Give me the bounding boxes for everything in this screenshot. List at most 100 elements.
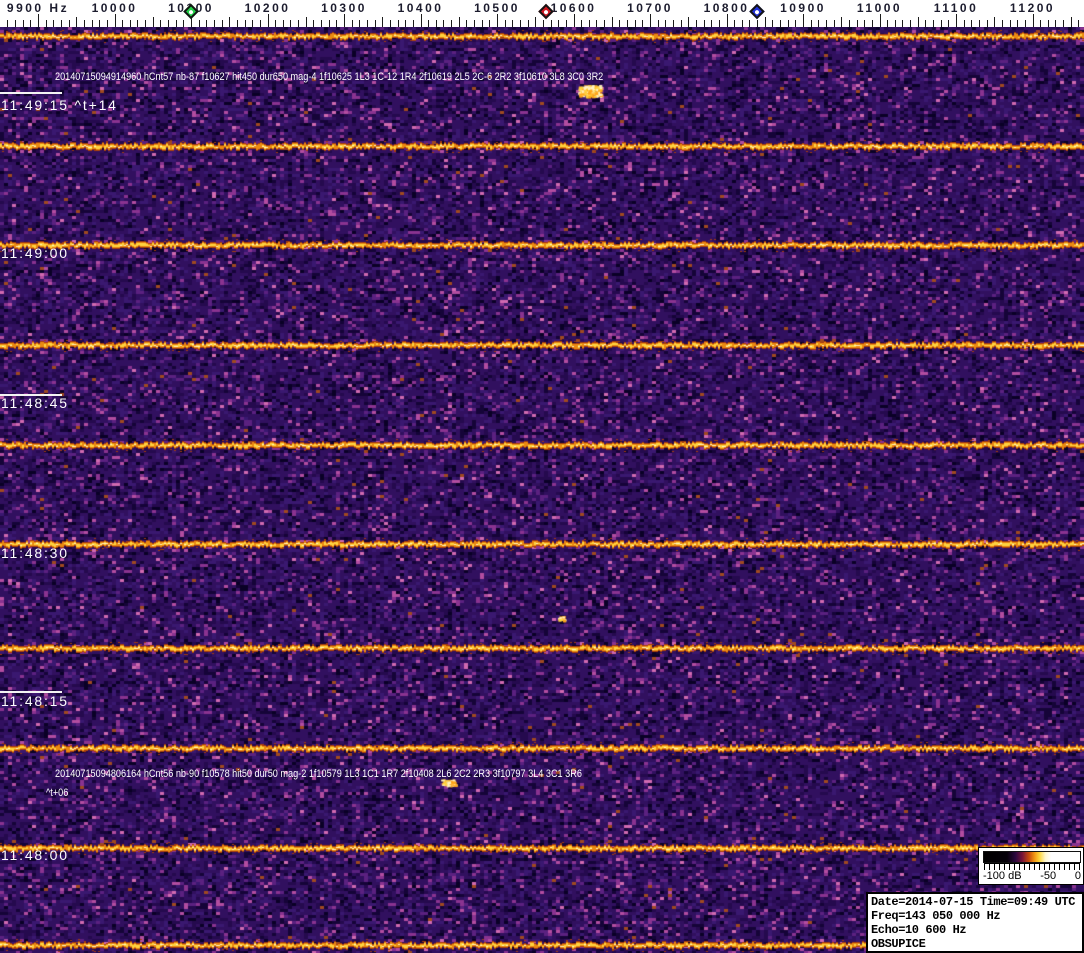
ruler-frequency-label: 10900 [780,1,826,15]
ruler-tick [574,14,575,27]
colorbar-label-mid: -50 [1040,870,1057,882]
ruler-tick [627,20,628,27]
detection-annotation: 20140715094806164 hCnt56 nb-90 f10578 hi… [55,768,582,780]
ruler-tick [15,20,16,27]
ruler-tick [780,20,781,27]
ruler-tick [160,20,161,27]
ruler-tick [612,17,613,27]
ruler-tick [895,20,896,27]
ruler-tick [451,20,452,27]
ruler-tick [834,20,835,27]
ruler-tick [30,20,31,27]
ruler-tick [925,20,926,27]
ruler-tick [948,20,949,27]
ruler-tick [788,20,789,27]
ruler-tick [474,20,475,27]
time-label: 11:49:15 ^t+14 [1,97,118,113]
ruler-tick [811,20,812,27]
ruler-frequency-label: 10600 [550,1,597,15]
ruler-tick [964,20,965,27]
ruler-tick [619,20,620,27]
ruler-tick [681,20,682,27]
ruler-frequency-label: 9900 Hz [6,1,70,15]
ruler-tick [535,17,536,27]
ruler-tick [971,20,972,27]
ruler-tick [872,20,873,27]
ruler-tick [53,20,54,27]
ruler-tick [352,20,353,27]
ruler-tick [818,20,819,27]
ruler-tick [137,20,138,27]
ruler-tick [711,20,712,27]
ruler-tick [910,20,911,27]
ruler-tick [459,17,460,27]
ruler-tick [543,20,544,27]
colorbar-label-min: -100 dB [983,870,1022,882]
ruler-tick [153,17,154,27]
ruler-tick [298,20,299,27]
ruler-tick [23,20,24,27]
ruler-tick [841,17,842,27]
ruler-tick [1071,17,1072,27]
ruler-tick [375,20,376,27]
ruler-tick [589,20,590,27]
ruler-tick [382,17,383,27]
ruler-tick [757,20,758,27]
waterfall-overlay: 11:49:15 ^t+14 11:49:00 11:48:45 11:48:30 11… [0,0,1084,953]
ruler-tick [857,20,858,27]
ruler-tick [413,20,414,27]
ruler-tick [390,20,391,27]
ruler-tick [604,20,605,27]
detection-annotation: 20140715094914960 hCnt57 nb-87 f10627 hi… [55,71,604,83]
ruler-tick [551,20,552,27]
ruler-tick [275,20,276,27]
colorbar-gradient [983,851,1081,863]
ruler-tick [933,20,934,27]
time-tick [0,92,62,94]
ruler-tick [237,20,238,27]
ruler-tick [880,14,881,27]
ruler-tick [76,17,77,27]
ruler-tick [803,14,804,27]
marker-diamond-blue[interactable] [749,3,765,20]
ruler-tick [826,20,827,27]
ruler-tick [727,14,728,27]
ruler-tick [260,20,261,27]
ruler-tick [436,20,437,27]
ruler-tick [566,20,567,27]
ruler-tick [673,20,674,27]
ruler-tick [268,14,269,27]
ruler-tick [214,20,215,27]
ruler-tick [864,20,865,27]
ruler-tick [742,20,743,27]
ruler-tick [145,20,146,27]
ruler-tick [482,20,483,27]
ruler-frequency-label: 10500 [474,1,520,15]
ruler-tick [306,17,307,27]
ruler-tick [46,20,47,27]
ruler-tick [1017,20,1018,27]
ruler-tick [99,20,100,27]
ruler-tick [505,20,506,27]
ruler-tick [512,20,513,27]
ruler-tick [887,20,888,27]
ruler-tick [428,20,429,27]
ruler-tick [987,20,988,27]
ruler-tick [7,20,8,27]
ruler-tick [321,20,322,27]
ruler-tick [765,17,766,27]
ruler-tick [367,20,368,27]
ruler-tick [696,20,697,27]
ruler-tick [772,20,773,27]
ruler-tick [704,20,705,27]
info-echo-frequency: Echo=10 600 Hz [871,923,967,937]
ruler-tick [665,20,666,27]
ruler-tick [734,20,735,27]
ruler-tick [69,20,70,27]
ruler-tick [405,20,406,27]
ruler-tick [520,20,521,27]
ruler-tick [596,20,597,27]
ruler-tick [283,20,284,27]
ruler-tick [466,20,467,27]
ruler-tick [359,20,360,27]
